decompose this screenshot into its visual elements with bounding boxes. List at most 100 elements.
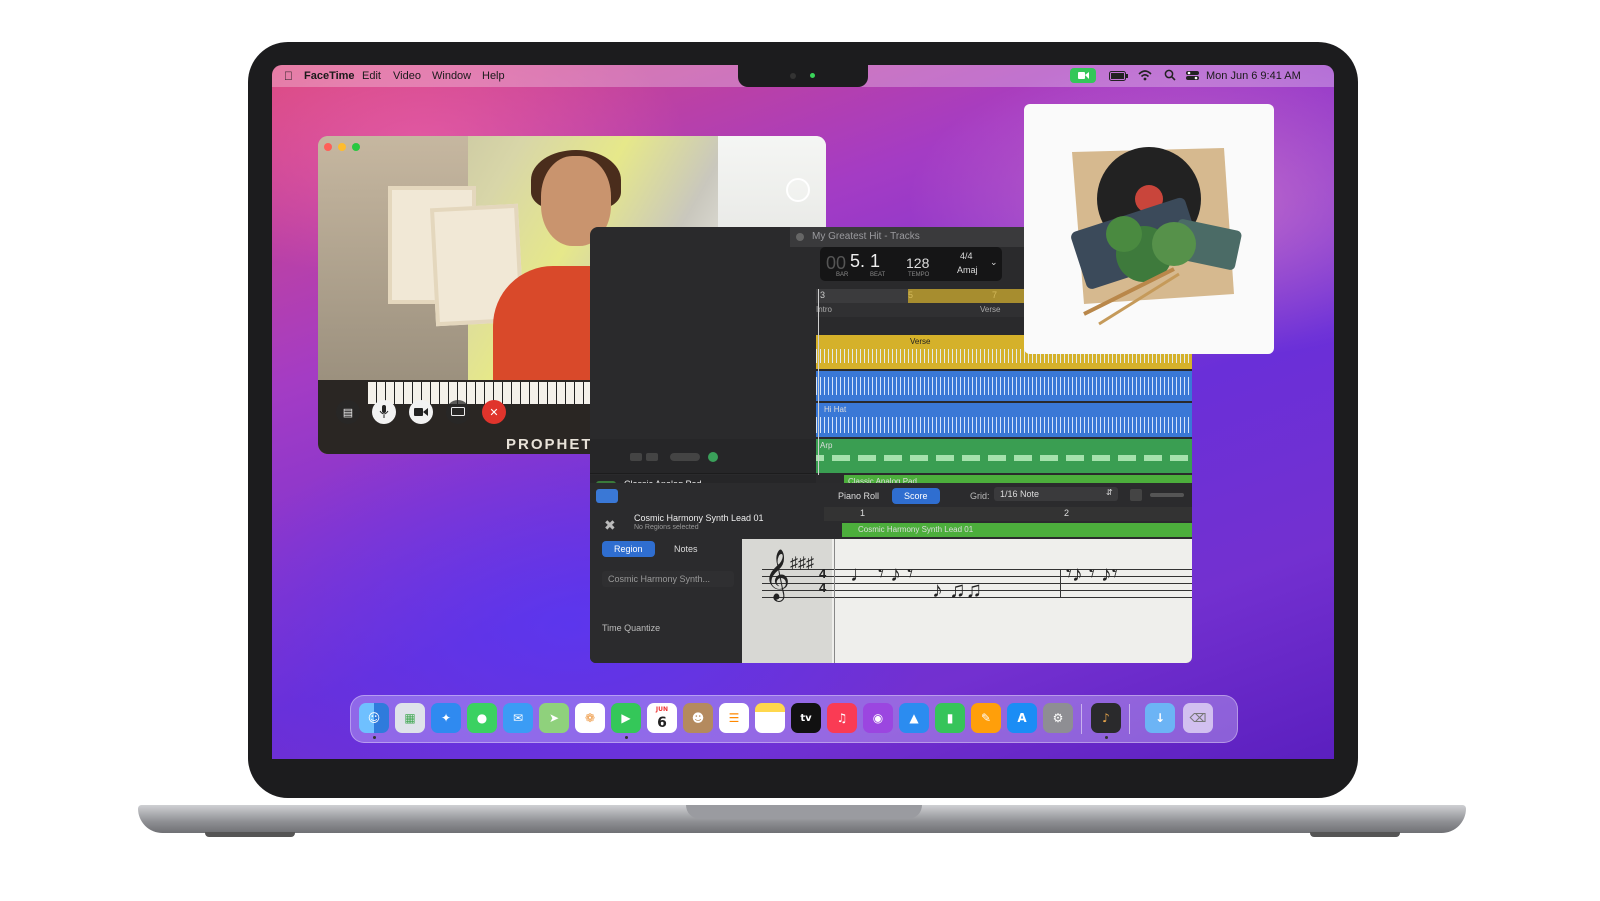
track-region-hihat[interactable]: Hi Hat [816, 403, 1192, 437]
tab-score[interactable]: Score [892, 488, 940, 504]
editor-region-header[interactable]: Cosmic Harmony Synth Lead 01 [842, 523, 1192, 537]
lcd-tempo: 128 [906, 255, 930, 271]
system-settings-icon[interactable]: ⚙ [1043, 703, 1073, 733]
logic-window-close-button[interactable] [796, 233, 804, 241]
lcd-dropdown-icon[interactable]: ⌄ [990, 257, 998, 268]
laptop-foot-right [1310, 832, 1400, 837]
laptop-foot-left [205, 832, 295, 837]
menu-edit[interactable]: Edit [362, 70, 381, 82]
menu-help[interactable]: Help [482, 70, 505, 82]
playhead[interactable] [818, 289, 819, 475]
facetime-status-icon[interactable] [1070, 68, 1096, 83]
downloads-folder-icon[interactable]: ↓ [1145, 703, 1175, 733]
pages-icon[interactable]: ✎ [971, 703, 1001, 733]
menu-app-name[interactable]: FaceTime [304, 70, 355, 82]
maps-icon[interactable]: ➤ [539, 703, 569, 733]
lcd-bar-prefix: 00 [826, 253, 847, 273]
window-close-button[interactable] [324, 143, 332, 151]
safari-icon[interactable]: ✦ [431, 703, 461, 733]
camera-indicator-light [810, 73, 815, 78]
time-signature-icon: 44 [819, 566, 827, 595]
window-zoom-button[interactable] [352, 143, 360, 151]
logic-running-indicator [1105, 736, 1108, 739]
score-sheet[interactable]: 𝄞 ♯♯♯ 44 ♩ 𝄾 ♪ 𝄾 ♪ ♫♫ 𝄾♪ 𝄾 ♪𝄾 [742, 539, 1192, 663]
camera-notch [738, 65, 868, 87]
share-screen-button[interactable] [446, 400, 470, 424]
lcd-display[interactable]: 00 5. 1 BAR BEAT 128 TEMPO 4/4 Amaj ⌄ [820, 247, 1002, 281]
score-notes: ♪ ♫♫ [932, 577, 983, 602]
app-store-icon[interactable]: A [1007, 703, 1037, 733]
headphones-solo-button[interactable] [646, 453, 658, 461]
control-center-icon[interactable] [1186, 70, 1199, 84]
lcd-beat-label: BEAT [870, 272, 886, 278]
podcasts-icon[interactable]: ◉ [863, 703, 893, 733]
photos-icon[interactable]: ❁ [575, 703, 605, 733]
trash-icon[interactable]: ⌫ [1183, 703, 1213, 733]
track-region-arp[interactable]: Arp [780, 439, 1192, 473]
horizontal-zoom-slider[interactable] [1150, 493, 1184, 497]
calendar-month: JUN [655, 706, 669, 713]
battery-icon[interactable] [1109, 71, 1129, 84]
messages-icon[interactable]: ● [467, 703, 497, 733]
grid-select[interactable]: 1/16 Note [994, 487, 1118, 501]
lcd-position: 5. 1 [850, 251, 881, 271]
waveform [816, 377, 1192, 395]
facetime-icon[interactable]: ▶ [611, 703, 641, 733]
pan-knob[interactable] [708, 452, 718, 462]
editor-catch-icon[interactable] [596, 489, 618, 503]
track-header-arp[interactable] [590, 439, 816, 474]
mail-icon[interactable]: ✉ [503, 703, 533, 733]
menu-clock[interactable]: Mon Jun 6 9:41 AM [1206, 70, 1301, 82]
editor-region-label: Cosmic Harmony Synth Lead 01 [858, 525, 974, 534]
editor-track-name: Cosmic Harmony Synth Lead 01 [634, 513, 764, 523]
tab-piano-roll[interactable]: Piano Roll [826, 488, 891, 504]
shareplay-indicator-icon[interactable] [786, 178, 810, 202]
notes-icon[interactable] [755, 703, 785, 733]
region-name-field[interactable]: Cosmic Harmony Synth... [602, 571, 734, 587]
music-icon[interactable]: ♫ [827, 703, 857, 733]
logic-pro-icon[interactable]: ♪ [1091, 703, 1121, 733]
finder-running-indicator [373, 736, 376, 739]
editor-ruler[interactable]: 1 2 [824, 507, 1192, 521]
score-divider [834, 539, 835, 663]
track-region-drums[interactable] [816, 371, 1192, 401]
score-notes: ♩ 𝄾 ♪ 𝄾 [850, 561, 914, 586]
sidebar-toggle-icon[interactable]: ▤ [336, 400, 360, 424]
lcd-bar-label: BAR [836, 272, 849, 278]
vertical-zoom-icon[interactable] [1130, 489, 1142, 501]
launchpad-icon[interactable]: ▦ [395, 703, 425, 733]
contacts-icon[interactable]: ☻ [683, 703, 713, 733]
wifi-icon[interactable] [1138, 69, 1152, 84]
grid-select-chevron-icon: ⇵ [1106, 488, 1113, 497]
volume-slider[interactable] [670, 453, 700, 461]
apple-tv-label: tv [800, 712, 812, 724]
apple-tv-icon[interactable]: tv [791, 703, 821, 733]
editor-status: No Regions selected [634, 524, 699, 531]
camera-button[interactable] [409, 400, 433, 424]
window-minimize-button[interactable] [338, 143, 346, 151]
finder-icon[interactable]: ☺ [359, 703, 389, 733]
album-art-collage-icon [1071, 147, 1242, 326]
calendar-icon[interactable]: JUN 6 [647, 703, 677, 733]
desktop-screen:  FaceTime Edit Video Window Help Mon Ju… [272, 65, 1334, 759]
end-call-button[interactable]: ✕ [482, 400, 506, 424]
apple-menu-icon[interactable]:  [284, 69, 293, 83]
microphone-button[interactable] [372, 400, 396, 424]
now-playing-artwork[interactable] [1024, 104, 1274, 354]
spotlight-search-icon[interactable] [1164, 69, 1176, 84]
treble-clef-icon: 𝄞 [764, 549, 791, 600]
key-signature-sharps-icon: ♯♯♯ [790, 555, 814, 572]
score-notes: 𝄾♪ 𝄾 ♪𝄾 [1066, 561, 1118, 586]
dock-divider [1081, 704, 1082, 734]
menu-window[interactable]: Window [432, 70, 471, 82]
reminders-icon[interactable]: ☰ [719, 703, 749, 733]
mute-button[interactable] [630, 453, 642, 461]
editor-bar-1: 1 [860, 508, 866, 518]
keynote-icon[interactable]: ▲ [899, 703, 929, 733]
laptop-opening-notch [686, 805, 922, 819]
numbers-icon[interactable]: ▮ [935, 703, 965, 733]
inspector-tab-notes[interactable]: Notes [662, 541, 710, 557]
menu-video[interactable]: Video [393, 70, 421, 82]
marker-verse[interactable]: Verse [980, 305, 1000, 314]
inspector-tab-region[interactable]: Region [602, 541, 655, 557]
